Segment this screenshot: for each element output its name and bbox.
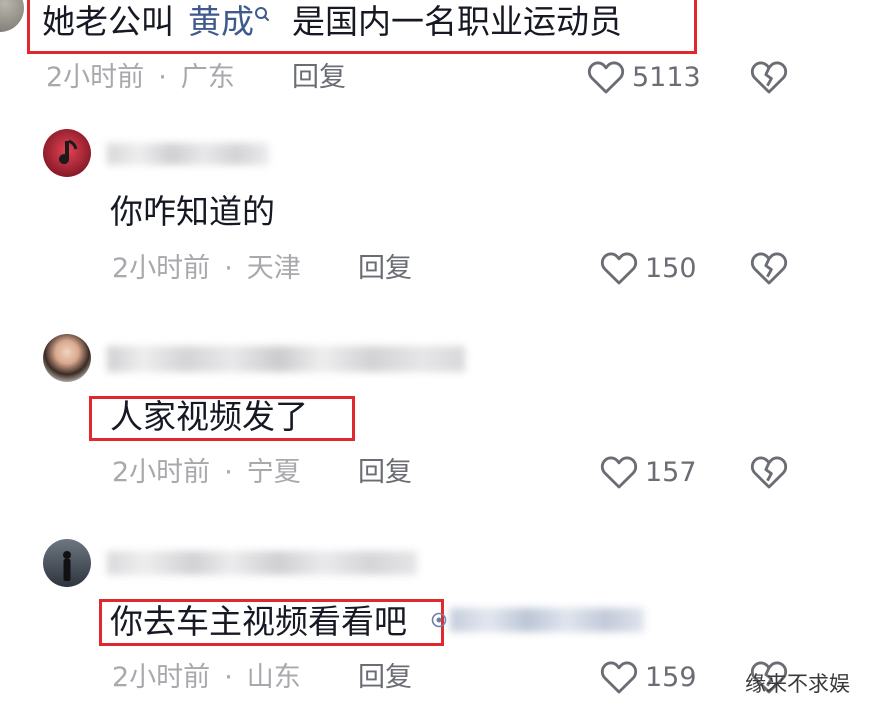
comment-text: 你咋知道的 (110, 192, 275, 231)
like-count: 150 (645, 253, 697, 284)
comment-meta: 2小时前 · 天津 (112, 253, 301, 284)
broken-heart-icon[interactable] (750, 59, 788, 95)
avatar[interactable] (43, 334, 91, 382)
comment-meta: 2小时前 · 广东 (46, 62, 235, 93)
comment-text: 人家视频发了 (110, 397, 308, 436)
like-count: 5113 (632, 62, 701, 93)
reply-button[interactable]: 回复 (358, 253, 412, 285)
broken-heart-icon[interactable] (750, 454, 788, 490)
comment-text: 你去车主视频看看吧 (110, 602, 407, 641)
avatar[interactable] (0, 0, 24, 32)
comment-meta: 2小时前 · 山东 (112, 662, 301, 693)
like-count: 159 (645, 662, 697, 693)
broken-heart-icon[interactable] (750, 250, 788, 286)
comment-meta: 2小时前 · 宁夏 (112, 457, 301, 488)
username-blurred[interactable] (107, 551, 417, 575)
heart-outline-icon[interactable] (600, 250, 638, 286)
person-silhouette-icon (63, 551, 71, 581)
heart-outline-icon[interactable] (587, 59, 625, 95)
watermark-text: 缘来不求娱 (745, 672, 850, 696)
heart-outline-icon[interactable] (600, 454, 638, 490)
reply-button[interactable]: 回复 (358, 662, 412, 694)
mention-link[interactable]: 黄成 (188, 2, 270, 41)
reply-button[interactable]: 回复 (292, 62, 346, 94)
reply-button[interactable]: 回复 (358, 457, 412, 489)
avatar[interactable] (43, 539, 91, 587)
username-blurred[interactable] (107, 346, 465, 372)
comment-text: 她老公叫 黄成 是国内一名职业运动员 (42, 2, 622, 41)
avatar[interactable] (43, 129, 91, 177)
heart-outline-icon[interactable] (600, 659, 638, 695)
mention-blurred[interactable] (450, 608, 644, 632)
search-mini-icon (255, 7, 269, 21)
mention-at-icon (431, 612, 447, 628)
username-blurred[interactable] (107, 143, 269, 165)
like-count: 157 (645, 457, 697, 488)
music-note-icon (59, 139, 78, 165)
